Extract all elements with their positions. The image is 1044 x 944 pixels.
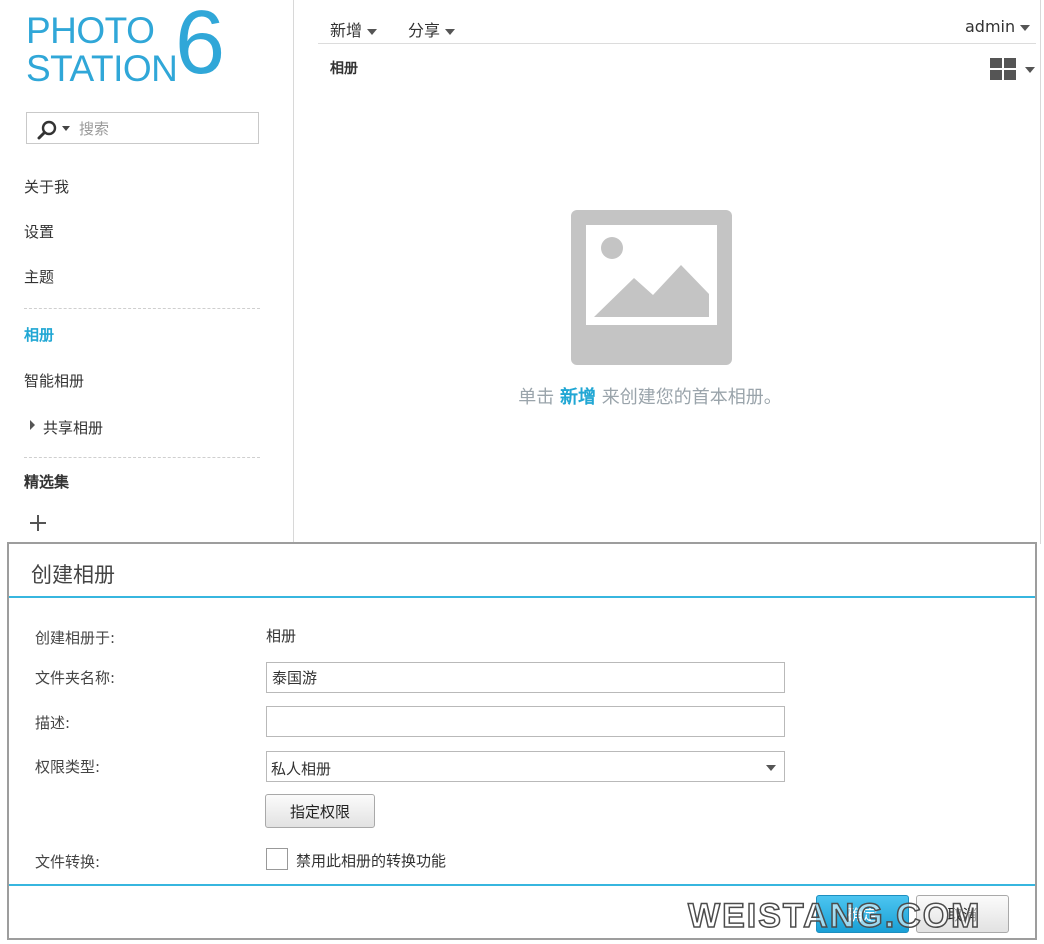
description-label: 描述: <box>35 714 71 732</box>
toolbar-divider <box>318 43 1036 44</box>
create-album-dialog: 创建相册 创建相册于: 相册 文件夹名称: 描述: 权限类型: 私人相册 指定权… <box>7 542 1037 940</box>
plus-icon[interactable] <box>28 513 48 533</box>
collections-heading: 精选集 <box>24 473 70 491</box>
sidebar-item-shared-albums[interactable]: 共享相册 <box>43 417 103 438</box>
disable-conversion-label[interactable]: 禁用此相册的转换功能 <box>296 850 446 871</box>
permission-type-label: 权限类型: <box>35 758 101 776</box>
logo-version: 6 <box>175 0 226 93</box>
assign-permission-button[interactable]: 指定权限 <box>265 794 375 828</box>
share-menu[interactable]: 分享 <box>408 17 456 41</box>
sidebar-item-themes[interactable]: 主题 <box>24 266 54 287</box>
logo-line-2: STATION <box>26 48 178 89</box>
search-input[interactable] <box>77 116 256 142</box>
dialog-title: 创建相册 <box>31 563 115 587</box>
empty-message-new-link[interactable]: 新增 <box>560 387 596 408</box>
logo-line-1: PHOTO <box>26 10 155 51</box>
permission-type-value: 私人相册 <box>271 760 332 778</box>
location-value: 相册 <box>266 627 297 645</box>
empty-message-before: 单击 <box>518 387 555 408</box>
location-label: 创建相册于: <box>35 629 116 647</box>
share-menu-label: 分享 <box>408 21 441 40</box>
dialog-header-divider <box>9 596 1035 598</box>
permission-type-select[interactable]: 私人相册 <box>266 751 785 782</box>
user-menu[interactable]: admin <box>965 17 1031 36</box>
watermark: WEISTANG.COM <box>687 896 982 936</box>
conversion-label: 文件转换: <box>35 853 101 871</box>
chevron-down-icon <box>367 28 378 35</box>
sidebar-item-about-me[interactable]: 关于我 <box>24 176 69 197</box>
search-icon[interactable] <box>36 120 60 140</box>
disable-conversion-checkbox[interactable] <box>266 848 288 870</box>
empty-state-message: 单击 新增 来创建您的首本相册。 <box>400 383 900 409</box>
expand-arrow-icon[interactable] <box>30 420 35 430</box>
description-input[interactable] <box>266 706 785 737</box>
chevron-down-icon <box>766 765 776 771</box>
chevron-down-icon <box>445 28 456 35</box>
user-menu-label: admin <box>965 17 1016 36</box>
chevron-down-icon <box>1020 24 1031 31</box>
content-border <box>1040 0 1041 544</box>
search-box[interactable] <box>26 112 259 144</box>
new-menu[interactable]: 新增 <box>330 17 378 41</box>
sidebar-item-smart-albums[interactable]: 智能相册 <box>24 370 84 391</box>
sidebar-divider <box>24 457 260 458</box>
sidebar-item-settings[interactable]: 设置 <box>24 221 54 242</box>
sidebar-divider <box>24 308 260 309</box>
sidebar-item-albums[interactable]: 相册 <box>24 324 54 345</box>
image-placeholder-icon <box>571 210 732 365</box>
photo-station-logo: PHOTO STATION 6 <box>24 0 239 96</box>
search-options-caret-icon[interactable] <box>62 126 70 131</box>
empty-message-after: 来创建您的首本相册。 <box>601 387 782 408</box>
grid-view-icon[interactable] <box>990 58 1016 80</box>
folder-name-input[interactable] <box>266 662 785 693</box>
folder-name-label: 文件夹名称: <box>35 669 116 687</box>
view-options-caret-icon[interactable] <box>1025 67 1035 73</box>
dialog-footer-divider <box>9 884 1035 886</box>
new-menu-label: 新增 <box>330 21 363 40</box>
page-title: 相册 <box>330 61 358 77</box>
sidebar: PHOTO STATION 6 关于我 设置 主题 相册 智能相册 共享相册 精… <box>0 0 294 544</box>
